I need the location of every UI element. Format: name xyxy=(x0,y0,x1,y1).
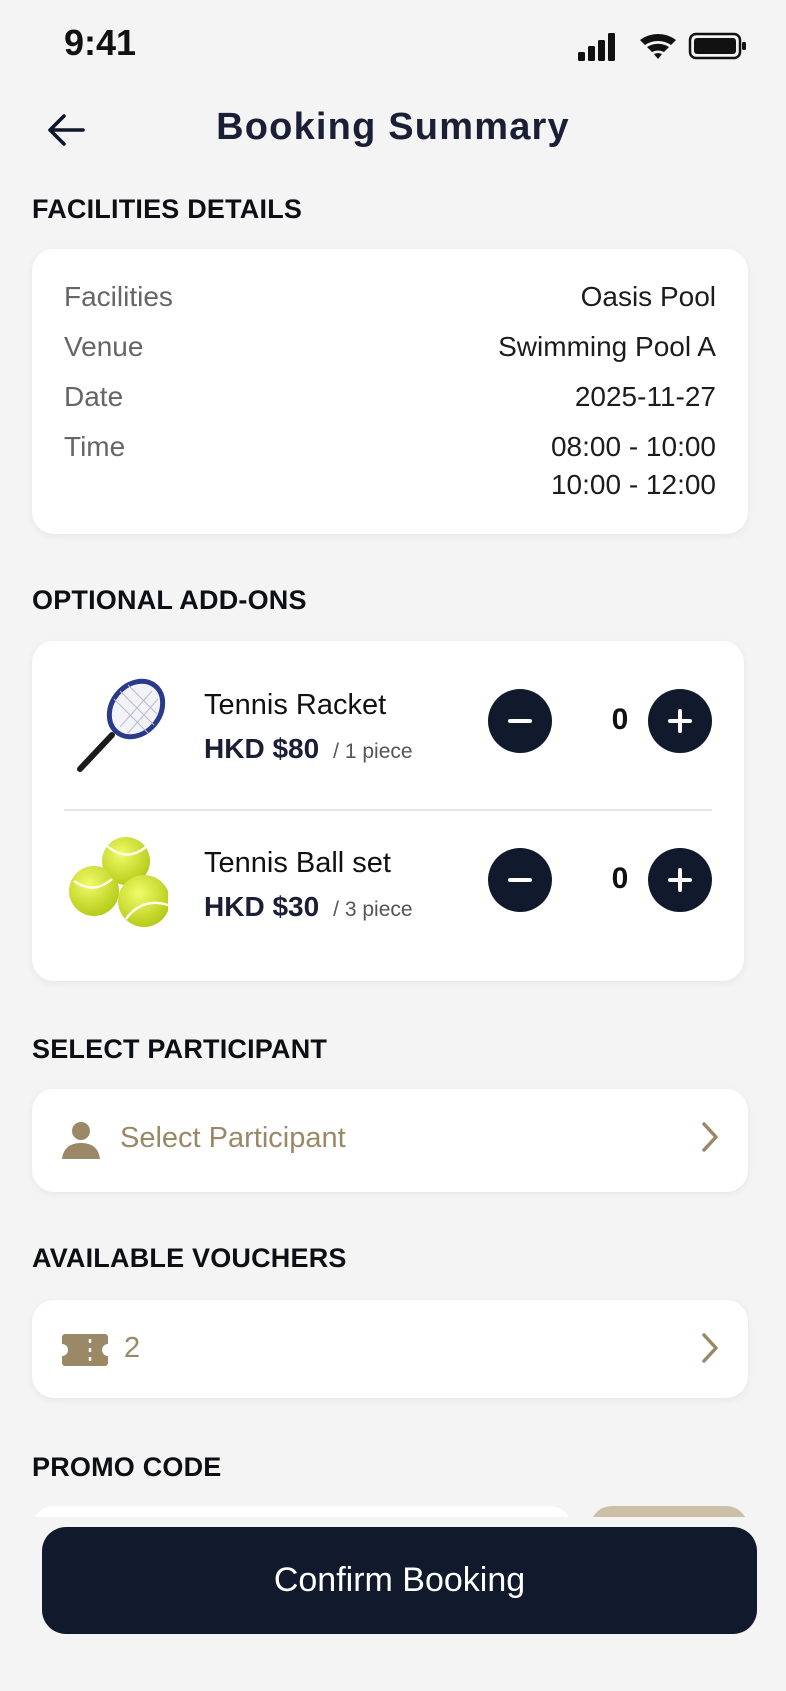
addon-item: Tennis Racket HKD $80 / 1 piece 0 xyxy=(32,641,744,801)
decrease-quantity-button[interactable] xyxy=(488,689,552,753)
addons-card: Tennis Racket HKD $80 / 1 piece 0 Tennis … xyxy=(32,641,744,981)
ticket-icon xyxy=(62,1334,108,1366)
detail-row-facilities: Facilities Oasis Pool xyxy=(64,281,716,321)
tennis-racket-icon xyxy=(77,678,166,772)
footer: Confirm Booking xyxy=(0,1517,786,1691)
status-bar: 9:41 xyxy=(0,0,786,90)
addon-item: Tennis Ball set HKD $30 / 3 piece 0 xyxy=(32,801,744,961)
nav-header: Booking Summary xyxy=(0,90,786,164)
quantity-value: 0 xyxy=(611,862,629,895)
status-icons xyxy=(578,30,748,62)
voucher-count: 2 xyxy=(124,1332,141,1364)
detail-value: 08:00 - 10:00 xyxy=(550,431,716,462)
quantity-value: 0 xyxy=(611,703,629,736)
detail-value: Oasis Pool xyxy=(580,281,716,312)
promo-section-label: PROMO CODE xyxy=(32,1452,222,1482)
facilities-card: Facilities Oasis Pool Venue Swimming Poo… xyxy=(32,249,748,534)
addon-price: HKD $30 / 3 piece xyxy=(204,891,413,923)
select-participant-placeholder: Select Participant xyxy=(120,1122,346,1154)
detail-label: Date xyxy=(64,381,124,412)
detail-value-2: 10:00 - 12:00 xyxy=(550,469,716,500)
vouchers-field[interactable]: 2 xyxy=(32,1300,748,1398)
detail-row-venue: Venue Swimming Pool A xyxy=(64,331,716,371)
facilities-section-label: FACILITIES DETAILS xyxy=(32,194,303,224)
addon-unit: / 3 piece xyxy=(333,898,413,921)
battery-icon xyxy=(688,32,746,60)
increase-quantity-button[interactable] xyxy=(648,689,712,753)
detail-row-time: Time 08:00 - 10:00 10:00 - 12:00 xyxy=(64,431,716,511)
decrease-quantity-button[interactable] xyxy=(488,848,552,912)
chevron-right-icon xyxy=(702,1333,718,1363)
person-icon xyxy=(62,1122,100,1159)
detail-label: Facilities xyxy=(64,281,173,312)
minus-icon xyxy=(508,878,532,882)
minus-icon xyxy=(508,719,532,723)
increase-quantity-button[interactable] xyxy=(648,848,712,912)
addon-price-value: HKD $30 xyxy=(204,891,320,922)
detail-label: Time xyxy=(64,431,126,462)
addon-name: Tennis Racket xyxy=(204,689,387,721)
signal-icon xyxy=(578,33,615,61)
chevron-right-icon xyxy=(702,1122,718,1152)
page-title: Booking Summary xyxy=(216,106,570,148)
status-time: 9:41 xyxy=(64,22,137,63)
addon-price: HKD $80 / 1 piece xyxy=(204,733,413,765)
addon-price-value: HKD $80 xyxy=(204,733,320,764)
participant-section-label: SELECT PARTICIPANT xyxy=(32,1034,328,1064)
addon-name: Tennis Ball set xyxy=(204,847,391,879)
detail-value: Swimming Pool A xyxy=(498,331,716,362)
plus-icon xyxy=(668,868,692,892)
wifi-icon xyxy=(640,34,676,59)
vouchers-section-label: AVAILABLE VOUCHERS xyxy=(32,1243,347,1273)
plus-icon xyxy=(668,709,692,733)
select-participant-field[interactable]: Select Participant xyxy=(32,1089,748,1192)
detail-label: Venue xyxy=(64,331,144,362)
confirm-booking-button[interactable]: Confirm Booking xyxy=(42,1527,757,1634)
detail-row-date: Date 2025-11-27 xyxy=(64,381,716,421)
detail-value: 2025-11-27 xyxy=(574,381,716,412)
tennis-balls-icon xyxy=(69,837,168,927)
addons-section-label: OPTIONAL ADD-ONS xyxy=(32,585,307,615)
addon-unit: / 1 piece xyxy=(333,740,413,763)
